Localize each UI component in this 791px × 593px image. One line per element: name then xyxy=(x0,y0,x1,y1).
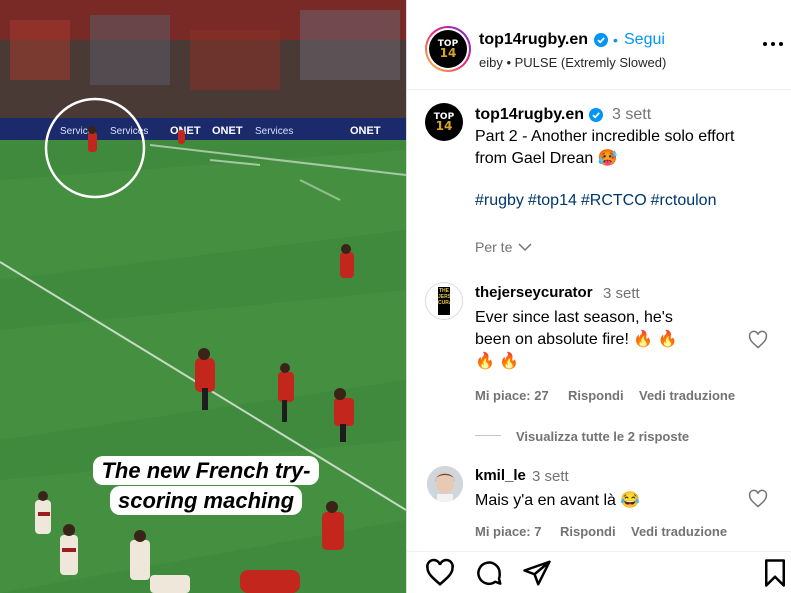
comment-time[interactable]: 3 sett xyxy=(532,468,569,485)
comment-text-line: 🔥 🔥 xyxy=(475,353,520,370)
for-you-toggle[interactable]: Per te xyxy=(475,239,532,255)
comment-avatar[interactable]: THE JERSEY CURATOR xyxy=(425,282,463,320)
reply-button[interactable]: Rispondi xyxy=(560,524,616,539)
heart-icon[interactable] xyxy=(748,330,768,350)
chevron-down-icon xyxy=(518,243,532,252)
share-icon[interactable] xyxy=(522,558,552,588)
verified-icon xyxy=(594,33,608,47)
separator-dot: • xyxy=(613,32,618,48)
more-options-icon[interactable] xyxy=(762,38,784,50)
caption-line-1: The new French try- xyxy=(93,456,319,485)
hashtag-link[interactable]: #rctoulon xyxy=(651,192,717,209)
follow-button[interactable]: Segui xyxy=(624,31,665,49)
hashtag-link[interactable]: #top14 xyxy=(528,192,577,209)
author-avatar[interactable]: TOP 14 xyxy=(429,30,467,68)
post-header: TOP 14 top14rugby.en • Segui eiby • PULS… xyxy=(407,0,791,90)
header-username[interactable]: top14rugby.en xyxy=(479,31,588,49)
replies-divider xyxy=(475,435,501,436)
board-text: ONET xyxy=(212,125,243,137)
for-you-label: Per te xyxy=(475,239,513,255)
hashtag-link[interactable]: #RCTCO xyxy=(581,192,647,209)
comment-text: Ever since last season, he's been on abs… xyxy=(475,307,678,373)
comment-text-line: been on absolute fire! 🔥 🔥 xyxy=(475,331,678,348)
story-ring[interactable]: TOP 14 xyxy=(425,26,471,72)
comment-time[interactable]: 3 sett xyxy=(603,285,640,302)
top14-logo: TOP 14 xyxy=(434,113,454,133)
board-text: Services xyxy=(255,126,293,137)
verified-icon xyxy=(589,108,603,122)
jersey-curator-logo: THE JERSEY CURATOR xyxy=(438,287,450,315)
caption-text-line-1: Part 2 - Another incredible solo effort xyxy=(475,128,735,145)
caption-text-line-2: from Gael Drean 🥵 xyxy=(475,150,618,167)
view-replies-button[interactable]: Visualizza tutte le 2 risposte xyxy=(516,429,689,444)
logo-num-text: 14 xyxy=(439,46,457,60)
video-player[interactable]: Service Services ONET ONET Services ONET xyxy=(0,0,406,593)
comment-text-line: Ever since last season, he's xyxy=(475,309,673,326)
bookmark-icon[interactable] xyxy=(760,558,790,588)
heart-icon[interactable] xyxy=(748,489,768,509)
comment-username[interactable]: thejerseycurator xyxy=(475,284,593,301)
translate-button[interactable]: Vedi traduzione xyxy=(631,524,727,539)
heart-icon[interactable] xyxy=(425,558,455,588)
logo-num-text: 14 xyxy=(435,119,453,133)
video-caption: The new French try- scoring maching xyxy=(82,456,330,516)
comment-username[interactable]: kmil_le xyxy=(475,467,526,484)
top14-logo: TOP 14 xyxy=(438,40,458,60)
audio-line[interactable]: eiby • PULSE (Extremly Slowed) xyxy=(479,55,666,70)
hashtag-link[interactable]: #rugby xyxy=(475,192,524,209)
comment-icon[interactable] xyxy=(474,558,504,588)
board-text: ONET xyxy=(350,125,381,137)
comment-avatar[interactable] xyxy=(427,466,463,502)
action-bar xyxy=(407,551,791,593)
caption-line-2: scoring maching xyxy=(109,486,303,515)
comment-text: Mais y'a en avant là 😂 xyxy=(475,492,641,509)
reply-button[interactable]: Rispondi xyxy=(568,388,624,403)
post-caption: Part 2 - Another incredible solo effort … xyxy=(475,126,734,170)
post-viewer: Service Services ONET ONET Services ONET xyxy=(0,0,791,593)
comment-likes[interactable]: Mi piace: 27 xyxy=(475,388,549,403)
user-photo xyxy=(427,466,463,502)
translate-button[interactable]: Vedi traduzione xyxy=(639,388,735,403)
post-details-panel: TOP 14 top14rugby.en • Segui eiby • PULS… xyxy=(406,0,791,593)
board-text: ONET xyxy=(170,125,201,137)
caption-username[interactable]: top14rugby.en xyxy=(475,106,584,124)
comment-likes[interactable]: Mi piace: 7 xyxy=(475,524,541,539)
hashtags: #rugby #top14 #RCTCO #rctoulon xyxy=(475,190,720,212)
caption-avatar[interactable]: TOP 14 xyxy=(425,103,463,141)
post-time[interactable]: 3 sett xyxy=(612,106,651,124)
